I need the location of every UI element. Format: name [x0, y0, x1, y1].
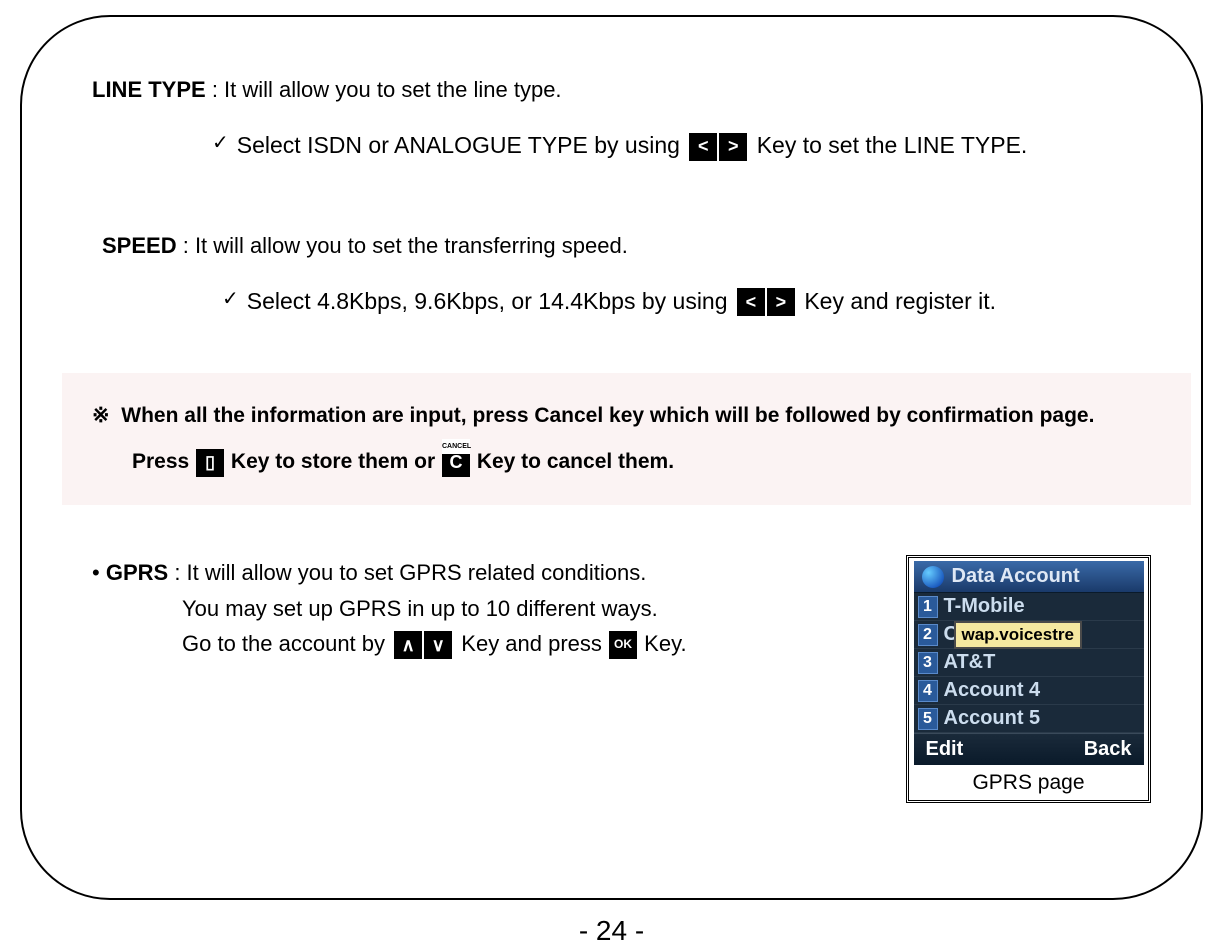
row-label: T-Mobile [944, 595, 1025, 618]
phone-row-5[interactable]: 5 Account 5 [914, 705, 1144, 733]
row-num: 3 [918, 652, 938, 674]
line-type-label: LINE TYPE [92, 77, 206, 102]
phone-row-3[interactable]: 3 AT&T [914, 649, 1144, 677]
speed-heading: SPEED : It will allow you to set the tra… [102, 233, 628, 258]
phone-row-1[interactable]: 1 T-Mobile [914, 593, 1144, 621]
cancel-top-label: CANCEL [442, 439, 470, 454]
row-label: AT&T [944, 651, 996, 674]
left-key-icon: < [737, 288, 765, 316]
gprs-section: • GPRS : It will allow you to set GPRS r… [92, 555, 1161, 803]
phone-row-2[interactable]: 2 C wap.voicestre [914, 621, 1144, 649]
left-key-icon: < [689, 133, 717, 161]
note-marker: ※ [92, 404, 110, 427]
gprs-text: • GPRS : It will allow you to set GPRS r… [92, 555, 906, 661]
up-key-icon: ∧ [394, 631, 422, 659]
line-type-check-text: Select ISDN or ANALOGUE TYPE by using < … [237, 128, 1028, 163]
phone-row-4[interactable]: 4 Account 4 [914, 677, 1144, 705]
note-line2a: Press [132, 450, 189, 473]
left-right-keys: < > [736, 288, 796, 316]
gprs-line2: You may set up GPRS in up to 10 differen… [182, 591, 906, 626]
row-num: 2 [918, 624, 938, 646]
up-down-keys: ∧ ∨ [393, 631, 453, 659]
note-line1-text: When all the information are input, pres… [121, 404, 1094, 427]
gprs-line3a: Go to the account by [182, 631, 385, 656]
softkey-edit[interactable]: Edit [926, 738, 964, 761]
row-num: 5 [918, 708, 938, 730]
row-num: 1 [918, 596, 938, 618]
line-type-heading: LINE TYPE : It will allow you to set the… [92, 77, 562, 102]
line-type-check-before: Select ISDN or ANALOGUE TYPE by using [237, 132, 680, 158]
store-key-icon: ▯ [196, 449, 224, 477]
note-line1: ※ When all the information are input, pr… [92, 393, 1171, 439]
speed-desc: : It will allow you to set the transferr… [183, 233, 628, 258]
note-line2: Press ▯ Key to store them or CANCEL C Ke… [132, 439, 1171, 485]
phone-caption: GPRS page [972, 765, 1084, 797]
speed-label: SPEED [102, 233, 177, 258]
phone-title-text: Data Account [952, 565, 1080, 588]
cancel-key-icon: CANCEL C [442, 449, 470, 477]
phone-list: 1 T-Mobile 2 C wap.voicestre 3 AT&T 4 [914, 593, 1144, 733]
page-frame: LINE TYPE : It will allow you to set the… [20, 15, 1203, 900]
phone-screen: Data Account 1 T-Mobile 2 C wap.voicestr… [914, 561, 1144, 765]
gprs-line3c: Key. [644, 631, 686, 656]
speed-check-text: Select 4.8Kbps, 9.6Kbps, or 14.4Kbps by … [247, 284, 996, 319]
globe-icon [922, 566, 944, 588]
note-line2c: Key to cancel them. [477, 450, 674, 473]
row-num: 4 [918, 680, 938, 702]
line-type-section: LINE TYPE : It will allow you to set the… [92, 77, 1161, 163]
phone-softkeys: Edit Back [914, 733, 1144, 765]
gprs-bullet: • [92, 560, 100, 585]
speed-check: ✓ Select 4.8Kbps, 9.6Kbps, or 14.4Kbps b… [222, 284, 1161, 319]
phone-frame: Data Account 1 T-Mobile 2 C wap.voicestr… [906, 555, 1151, 803]
note-line2b: Key to store them or [231, 450, 435, 473]
speed-check-after: Key and register it. [804, 288, 996, 314]
gprs-line1: • GPRS : It will allow you to set GPRS r… [92, 555, 906, 590]
phone-title-bar: Data Account [914, 561, 1144, 593]
row-label: Account 4 [944, 679, 1041, 702]
speed-section: SPEED : It will allow you to set the tra… [102, 233, 1161, 319]
right-key-icon: > [767, 288, 795, 316]
check-icon: ✓ [212, 128, 229, 158]
down-key-icon: ∨ [424, 631, 452, 659]
note-box: ※ When all the information are input, pr… [62, 373, 1191, 505]
speed-check-before: Select 4.8Kbps, 9.6Kbps, or 14.4Kbps by … [247, 288, 728, 314]
line-type-check: ✓ Select ISDN or ANALOGUE TYPE by using … [212, 128, 1161, 163]
gprs-desc: : It will allow you to set GPRS related … [174, 560, 646, 585]
gprs-label: GPRS [106, 560, 168, 585]
right-key-icon: > [719, 133, 747, 161]
phone-tooltip: wap.voicestre [954, 621, 1082, 649]
row-label: Account 5 [944, 707, 1041, 730]
line-type-check-after: Key to set the LINE TYPE. [757, 132, 1028, 158]
gprs-line3b: Key and press [461, 631, 602, 656]
left-right-keys: < > [688, 133, 748, 161]
ok-key-icon: OK [609, 631, 637, 659]
page-number: - 24 - [0, 915, 1223, 947]
gprs-line3: Go to the account by ∧ ∨ Key and press O… [182, 626, 906, 661]
line-type-desc: : It will allow you to set the line type… [212, 77, 562, 102]
softkey-back[interactable]: Back [1084, 738, 1132, 761]
check-icon: ✓ [222, 284, 239, 314]
